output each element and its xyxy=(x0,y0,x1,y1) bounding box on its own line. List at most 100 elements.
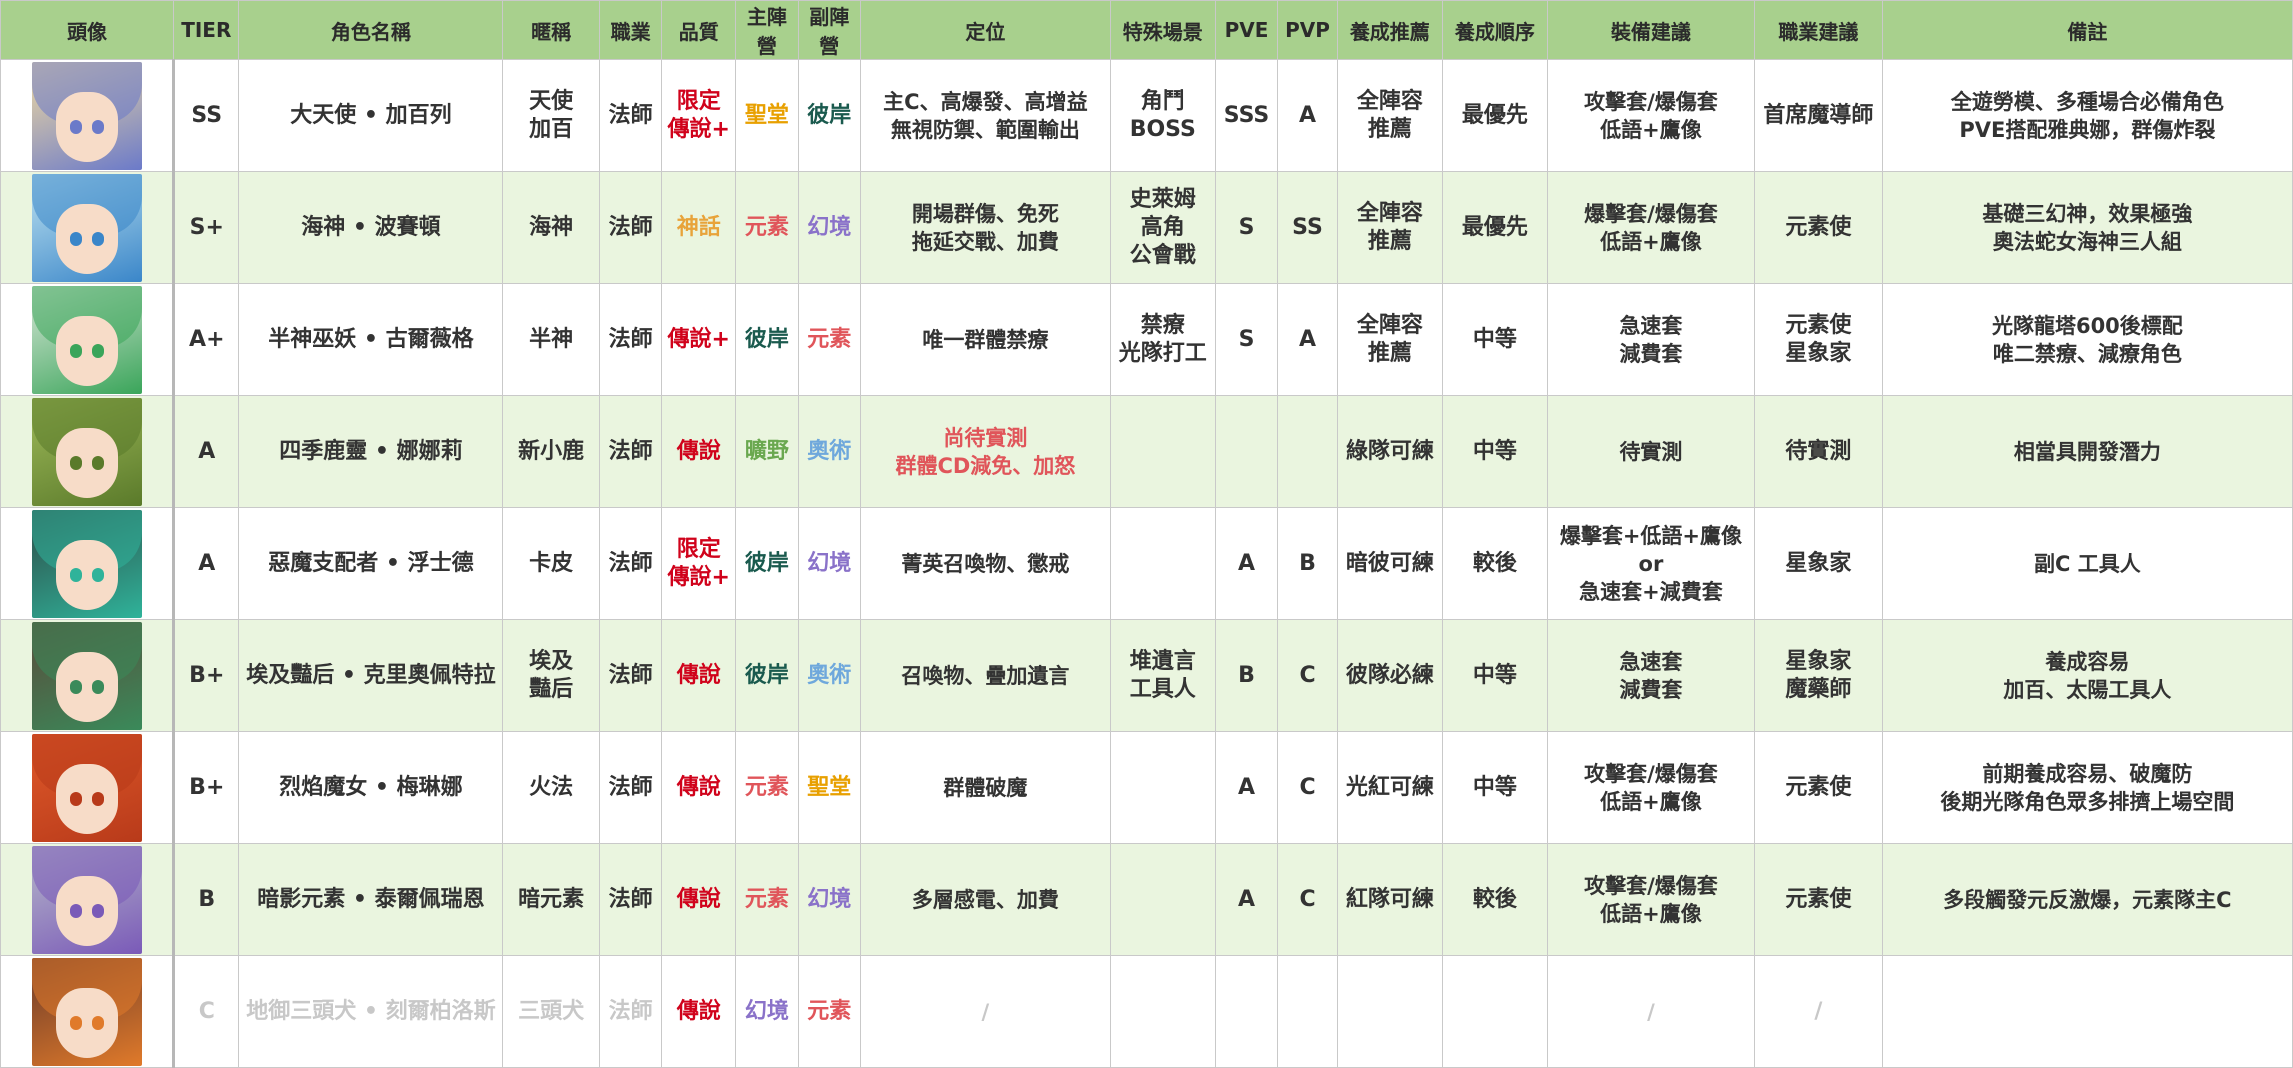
pvp-cell: C xyxy=(1277,731,1338,844)
tier-cell: S+ xyxy=(172,171,240,284)
quality-cell: 傳說 xyxy=(661,395,737,508)
flame-witch-portrait xyxy=(31,733,142,842)
col-header-recommend[interactable]: 養成推薦 xyxy=(1336,0,1443,60)
main-faction-cell: 曠野 xyxy=(735,395,799,508)
role-cell: / xyxy=(860,955,1111,1068)
recommend-cell: 光紅可練 xyxy=(1336,731,1443,844)
job-cell: 元素使 星象家 xyxy=(1754,283,1883,396)
main-faction-cell: 幻境 xyxy=(735,955,799,1068)
tier-cell: A xyxy=(172,395,240,508)
main-faction-cell: 元素 xyxy=(735,171,799,284)
col-header-tier[interactable]: TIER xyxy=(173,0,240,60)
special-cell: 禁療 光隊打工 xyxy=(1109,283,1216,396)
recommend-cell: 全陣容 推薦 xyxy=(1336,171,1443,284)
pve-cell: B xyxy=(1214,619,1279,732)
job-cell: 元素使 xyxy=(1754,843,1883,956)
col-header-class[interactable]: 職業 xyxy=(598,0,663,60)
avatar-cell xyxy=(0,283,176,396)
col-header-sub-faction[interactable]: 副陣營 xyxy=(797,0,862,60)
cleopatra-portrait xyxy=(31,621,142,730)
quality-cell: 傳說 xyxy=(661,843,737,956)
shadow-elemental-portrait xyxy=(31,845,142,954)
note-cell: 光隊龍塔600後標配 唯二禁療、減療角色 xyxy=(1881,283,2293,396)
tier-cell: A xyxy=(172,507,240,620)
role-cell: 多層感電、加費 xyxy=(860,843,1111,956)
special-cell: 堆遺言 工具人 xyxy=(1109,619,1216,732)
pvp-cell xyxy=(1277,395,1338,508)
class-cell: 法師 xyxy=(598,843,663,956)
role-cell: 尚待實測 群體CD減免、加怒 xyxy=(860,395,1111,508)
special-cell: 角鬥 BOSS xyxy=(1109,59,1216,172)
pve-cell xyxy=(1214,955,1279,1068)
col-header-job[interactable]: 職業建議 xyxy=(1754,0,1883,60)
col-header-main-faction[interactable]: 主陣營 xyxy=(735,0,799,60)
sub-faction-cell: 奧術 xyxy=(797,619,862,732)
character-row: A 惡魔支配者 • 浮士德 卡皮 法師 限定 傳說+ 彼岸 幻境 菁英召喚物、懲戒 A B 暗彼可練… xyxy=(0,507,2293,620)
col-header-special[interactable]: 特殊場景 xyxy=(1109,0,1216,60)
col-header-equipment[interactable]: 裝備建議 xyxy=(1546,0,1756,60)
col-header-role[interactable]: 定位 xyxy=(860,0,1111,60)
role-cell: 召喚物、疊加遺言 xyxy=(860,619,1111,732)
cerberus-portrait xyxy=(31,957,142,1066)
quality-cell: 限定 傳說+ xyxy=(661,507,737,620)
col-header-nickname[interactable]: 暱稱 xyxy=(502,0,600,60)
sub-faction-cell: 元素 xyxy=(797,283,862,396)
character-row: B+ 埃及豔后 • 克里奧佩特拉 埃及 豔后 法師 傳說 彼岸 奧術 召喚物、疊加遺言 堆遺言 … xyxy=(0,619,2293,732)
col-header-quality[interactable]: 品質 xyxy=(661,0,737,60)
job-cell: 星象家 xyxy=(1754,507,1883,620)
col-header-order[interactable]: 養成順序 xyxy=(1441,0,1548,60)
order-cell: 最優先 xyxy=(1441,171,1548,284)
equipment-cell: 待實測 xyxy=(1546,395,1756,508)
pvp-cell: C xyxy=(1277,843,1338,956)
name-cell: 惡魔支配者 • 浮士德 xyxy=(238,507,504,620)
quality-cell: 傳說 xyxy=(661,619,737,732)
order-cell: 最優先 xyxy=(1441,59,1548,172)
recommend-cell: 全陣容 推薦 xyxy=(1336,59,1443,172)
nickname-cell: 新小鹿 xyxy=(502,395,600,508)
sub-faction-cell: 聖堂 xyxy=(797,731,862,844)
class-cell: 法師 xyxy=(598,283,663,396)
class-cell: 法師 xyxy=(598,507,663,620)
class-cell: 法師 xyxy=(598,171,663,284)
sub-faction-cell: 幻境 xyxy=(797,171,862,284)
tier-cell: B+ xyxy=(172,619,240,732)
special-cell: 史萊姆 高角 公會戰 xyxy=(1109,171,1216,284)
main-faction-cell: 彼岸 xyxy=(735,283,799,396)
role-cell: 開場群傷、免死 拖延交戰、加費 xyxy=(860,171,1111,284)
tier-cell: SS xyxy=(172,59,240,172)
col-header-pve[interactable]: PVE xyxy=(1214,0,1279,60)
col-header-note[interactable]: 備註 xyxy=(1881,0,2293,60)
name-cell: 海神 • 波賽頓 xyxy=(238,171,504,284)
recommend-cell: 暗彼可練 xyxy=(1336,507,1443,620)
avatar-cell xyxy=(0,507,176,620)
name-cell: 半神巫妖 • 古爾薇格 xyxy=(238,283,504,396)
tier-table: 頭像 TIER 角色名稱 暱稱 職業 品質 主陣營 副陣營 定位 特殊場景 PV… xyxy=(0,0,2293,1068)
job-cell: / xyxy=(1754,955,1883,1068)
equipment-cell: 急速套 減費套 xyxy=(1546,283,1756,396)
recommend-cell: 紅隊可練 xyxy=(1336,843,1443,956)
avatar-cell xyxy=(0,59,176,172)
order-cell xyxy=(1441,955,1548,1068)
sub-faction-cell: 奧術 xyxy=(797,395,862,508)
pve-cell: A xyxy=(1214,507,1279,620)
class-cell: 法師 xyxy=(598,59,663,172)
col-header-name[interactable]: 角色名稱 xyxy=(238,0,504,60)
equipment-cell: 爆擊套/爆傷套 低語+鷹像 xyxy=(1546,171,1756,284)
order-cell: 中等 xyxy=(1441,395,1548,508)
order-cell: 中等 xyxy=(1441,283,1548,396)
job-cell: 元素使 xyxy=(1754,171,1883,284)
main-faction-cell: 彼岸 xyxy=(735,507,799,620)
quality-cell: 神話 xyxy=(661,171,737,284)
class-cell: 法師 xyxy=(598,731,663,844)
order-cell: 較後 xyxy=(1441,843,1548,956)
equipment-cell: / xyxy=(1546,955,1756,1068)
quality-cell: 傳說+ xyxy=(661,283,737,396)
nickname-cell: 天使 加百 xyxy=(502,59,600,172)
nickname-cell: 暗元素 xyxy=(502,843,600,956)
nickname-cell: 半神 xyxy=(502,283,600,396)
col-header-avatar[interactable]: 頭像 xyxy=(0,0,175,60)
poseidon-portrait xyxy=(31,173,142,282)
equipment-cell: 急速套 減費套 xyxy=(1546,619,1756,732)
col-header-pvp[interactable]: PVP xyxy=(1277,0,1338,60)
name-cell: 埃及豔后 • 克里奧佩特拉 xyxy=(238,619,504,732)
